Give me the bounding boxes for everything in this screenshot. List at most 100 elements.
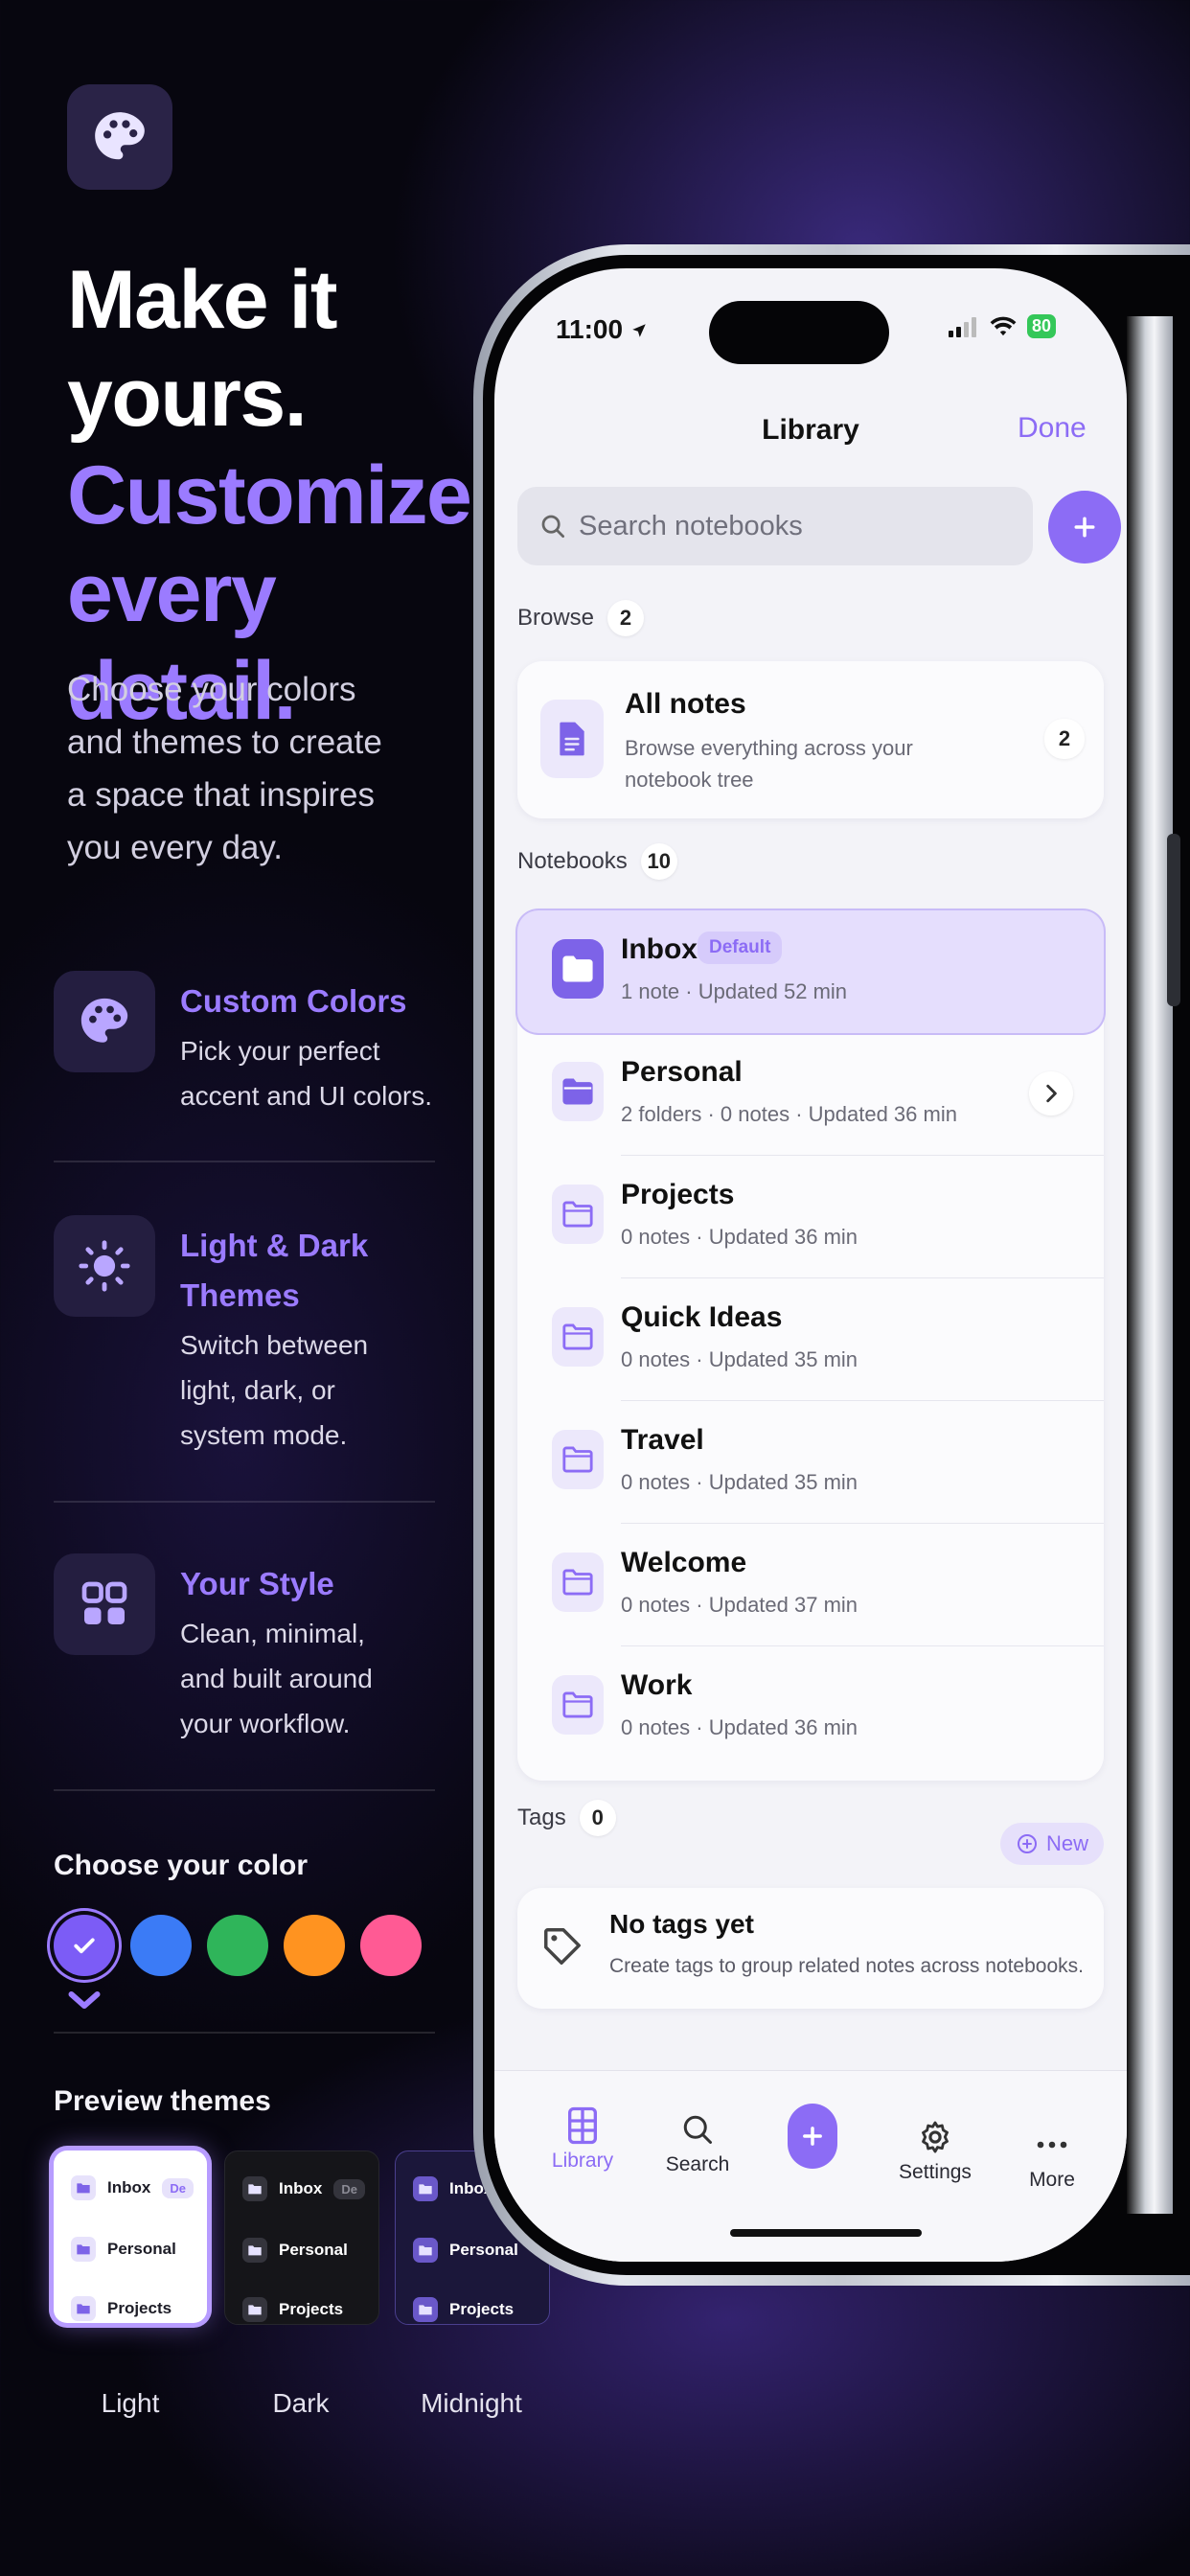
notebook-icon-box	[552, 1430, 604, 1489]
notebook-name: Projects	[621, 1179, 735, 1210]
no-tags-desc: Create tags to group related notes acros…	[609, 1955, 1084, 1977]
folder-icon	[562, 1446, 593, 1473]
theme-name-light: Light	[101, 2388, 160, 2418]
browse-count: 2	[607, 600, 645, 636]
tab-add[interactable]	[755, 2100, 870, 2173]
notebook-name: Travel	[621, 1424, 704, 1456]
feature-desc: Clean, minimal, and built around your wo…	[180, 1619, 373, 1738]
sun-icon	[79, 1240, 130, 1292]
chevron-right-icon[interactable]	[1029, 1071, 1073, 1116]
notebook-icon-box	[552, 1552, 604, 1612]
folder-icon	[71, 2175, 96, 2200]
no-tags-card: No tags yet Create tags to group related…	[517, 1888, 1104, 2009]
notebook-meta: 0 notes · Updated 35 min	[621, 1347, 858, 1371]
tags-count: 0	[579, 1800, 616, 1836]
folder-icon	[562, 1569, 593, 1596]
color-swatch-blue[interactable]	[130, 1915, 192, 1976]
notebook-row-travel[interactable]: Travel 0 notes · Updated 35 min	[517, 1401, 1104, 1524]
no-tags-title: No tags yet	[609, 1909, 754, 1939]
folder-icon	[562, 1691, 593, 1718]
folder-icon	[562, 955, 593, 982]
feature-desc: Pick your perfect accent and UI colors.	[180, 1036, 433, 1111]
location-arrow-icon	[632, 324, 646, 337]
divider	[54, 1501, 435, 1503]
dynamic-island	[709, 301, 889, 364]
document-icon	[560, 722, 584, 756]
notebook-row-work[interactable]: Work 0 notes · Updated 36 min	[517, 1646, 1104, 1769]
notebook-name: Quick Ideas	[621, 1301, 783, 1333]
notebook-row-personal[interactable]: Personal 2 folders · 0 notes · Updated 36…	[517, 1033, 1104, 1156]
theme-preview-row: Projects	[242, 2297, 343, 2322]
folder-icon	[562, 1078, 593, 1105]
notebook-row-quick-ideas[interactable]: Quick Ideas 0 notes · Updated 35 min	[517, 1278, 1104, 1401]
notebook-name: Inbox	[621, 933, 698, 965]
tab-search[interactable]: Search	[640, 2105, 755, 2176]
theme-preview-row: Personal	[71, 2237, 176, 2262]
notebook-row-inbox[interactable]: Inbox 1 note · Updated 52 min Default	[517, 910, 1104, 1033]
chevron-down-icon	[68, 1991, 101, 2009]
app-palette-badge	[67, 84, 172, 190]
add-notebook-button[interactable]	[1048, 491, 1121, 564]
ellipsis-icon	[1037, 2141, 1067, 2149]
feature-custom-colors: Custom Colors Pick your perfect accent a…	[54, 971, 437, 1134]
tab-more[interactable]: More	[995, 2121, 1110, 2192]
color-swatch-purple[interactable]	[54, 1915, 115, 1976]
all-notes-icon-box	[540, 700, 604, 778]
notebook-row-projects[interactable]: Projects 0 notes · Updated 36 min	[517, 1156, 1104, 1278]
theme-preview-row: InboxDe	[71, 2175, 194, 2200]
phone-rim	[1127, 316, 1173, 2214]
notebook-meta: 0 notes · Updated 37 min	[621, 1593, 858, 1617]
theme-card-light[interactable]: Inbox De Personal Projects	[54, 2150, 207, 2323]
palette-icon	[80, 998, 128, 1043]
theme-preview-row: Projects	[413, 2297, 514, 2322]
notebook-icon-box	[552, 1184, 604, 1244]
theme-card-dark[interactable]: Inbox De Personal Projects	[224, 2150, 379, 2325]
done-button[interactable]: Done	[1018, 412, 1087, 445]
color-swatch-green[interactable]	[207, 1915, 268, 1976]
all-notes-card[interactable]: All notes Browse everything across your …	[517, 661, 1104, 818]
cellular-signal-icon	[949, 316, 976, 337]
theme-preview-row: InboxDe	[242, 2176, 365, 2201]
search-input[interactable]: Search notebooks	[517, 487, 1033, 565]
preview-themes-label: Preview themes	[54, 2085, 271, 2117]
notebook-meta: 2 folders · 0 notes · Updated 36 min	[621, 1102, 957, 1126]
default-badge: De	[333, 2178, 365, 2199]
tab-library[interactable]: Library	[525, 2102, 640, 2173]
notebook-name: Personal	[621, 1056, 743, 1088]
notebook-meta: 1 note · Updated 52 min	[621, 979, 848, 1003]
phone-screen: 11:00 80 Library Done Search notebooks B…	[494, 268, 1127, 2262]
notebook-name: Work	[621, 1669, 693, 1701]
notebook-meta: 0 notes · Updated 35 min	[621, 1470, 858, 1494]
folder-icon	[242, 2297, 267, 2322]
notebook-icon-box	[552, 1062, 604, 1121]
notebooks-count: 10	[640, 843, 677, 880]
lead-paragraph: Choose your colors and themes to create …	[67, 671, 382, 866]
new-tag-button[interactable]: New	[1000, 1823, 1104, 1865]
color-swatch-pink[interactable]	[360, 1915, 422, 1976]
tab-settings[interactable]: Settings	[878, 2113, 993, 2184]
folder-icon	[242, 2176, 267, 2201]
notebook-name: Welcome	[621, 1547, 747, 1578]
library-icon	[568, 2106, 597, 2145]
divider	[54, 2032, 435, 2034]
notebook-meta: 0 notes · Updated 36 min	[621, 1715, 858, 1739]
feature-title: Light & Dark Themes	[180, 1228, 369, 1313]
all-notes-count: 2	[1044, 719, 1085, 759]
theme-preview-row: Personal	[242, 2238, 348, 2263]
feature-light-dark: Light & Dark Themes Switch between light…	[54, 1215, 437, 1464]
feature-icon-box	[54, 1553, 155, 1655]
tag-icon	[544, 1928, 581, 1965]
feature-title: Custom Colors	[180, 983, 407, 1019]
notebook-row-welcome[interactable]: Welcome 0 notes · Updated 37 min	[517, 1524, 1104, 1646]
plus-icon	[1074, 517, 1095, 538]
folder-icon	[71, 2296, 96, 2321]
color-swatch-orange[interactable]	[284, 1915, 345, 1976]
checkmark-icon	[74, 1938, 95, 1954]
feature-icon-box	[54, 971, 155, 1072]
feature-your-style: Your Style Clean, minimal, and built aro…	[54, 1553, 437, 1764]
feature-icon-box	[54, 1215, 155, 1317]
notebooks-section-header: Notebooks 10	[517, 843, 677, 880]
battery-indicator: 80	[1027, 314, 1057, 338]
theme-preview-row: Projects	[71, 2296, 172, 2321]
choose-color-label: Choose your color	[54, 1850, 309, 1881]
